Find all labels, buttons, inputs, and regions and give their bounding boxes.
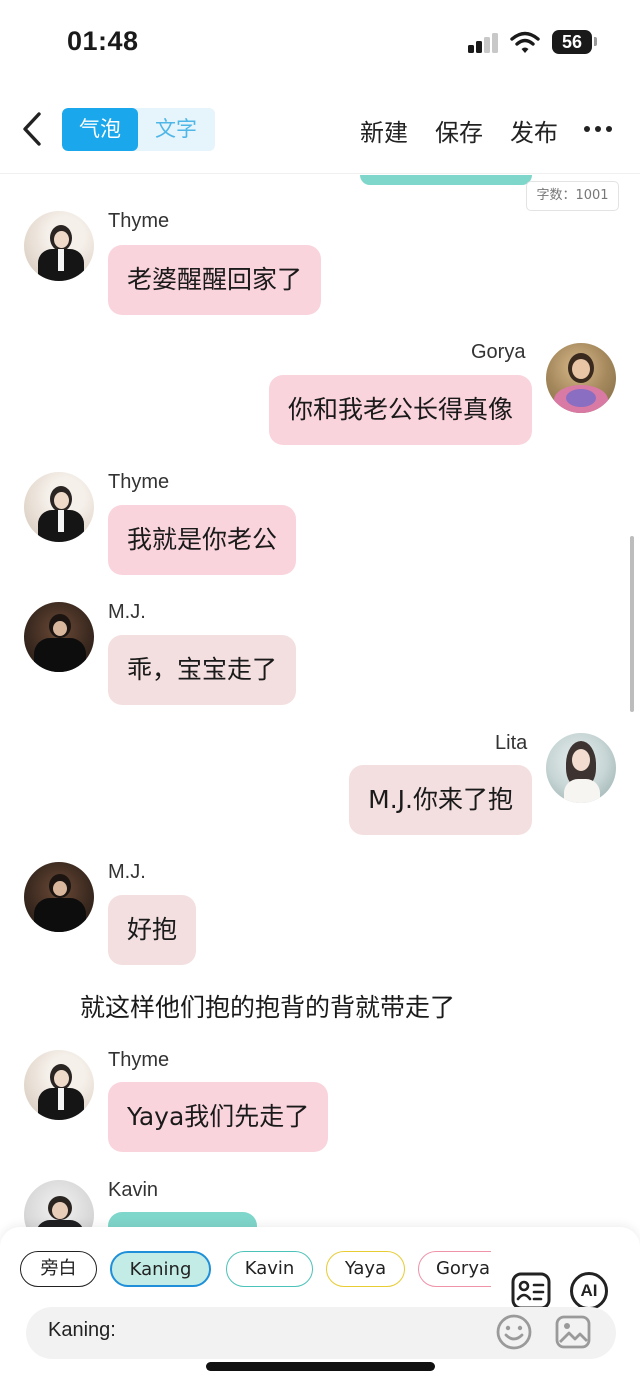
speaker-name: Kavin: [108, 1179, 159, 1201]
tab-bubble[interactable]: 气泡: [62, 108, 138, 151]
home-indicator: [206, 1362, 435, 1371]
battery-nub: [594, 37, 597, 46]
word-count-badge: 字数：1001: [526, 181, 619, 211]
publish-button[interactable]: 发布: [510, 113, 558, 148]
mode-segmented-control: 气泡 文字: [62, 108, 215, 151]
ai-assist-button[interactable]: AI: [568, 1271, 610, 1311]
avatar-mj[interactable]: [24, 602, 94, 672]
role-chip-yaya[interactable]: Yaya: [326, 1251, 405, 1287]
role-selector: 旁白 Kaning Kavin Yaya Gorya AI: [0, 1249, 640, 1310]
message-bubble[interactable]: 老婆醒醒回家了: [108, 245, 322, 315]
avatar-thyme[interactable]: [24, 211, 94, 281]
avatar-kavin[interactable]: [24, 1180, 94, 1227]
back-button[interactable]: [16, 108, 52, 152]
ai-label: AI: [580, 1281, 598, 1300]
role-chip-kaning[interactable]: Kaning: [110, 1251, 211, 1287]
message-bubble[interactable]: Yaya我们先走了: [108, 1082, 329, 1152]
message-bubble[interactable]: 你和我老公长得真像: [268, 375, 532, 445]
message-bubble[interactable]: 我就是你老公: [108, 505, 297, 575]
role-chip-row[interactable]: 旁白 Kaning Kavin Yaya Gorya: [20, 1249, 491, 1291]
partial-bubble: [360, 175, 532, 185]
speaker-name: M.J.: [108, 601, 146, 623]
smiley-icon: [496, 1314, 532, 1350]
battery-icon: 56: [552, 30, 592, 54]
input-speaker-prefix: Kaning:: [48, 1319, 116, 1341]
role-chip-narration[interactable]: 旁白: [20, 1251, 97, 1287]
message-bubble[interactable]: [108, 1212, 257, 1227]
scrollbar-thumb[interactable]: [630, 536, 634, 712]
status-time: 01:48: [67, 26, 139, 56]
avatar-thyme[interactable]: [24, 472, 94, 542]
image-button[interactable]: [554, 1313, 592, 1351]
chevron-left-icon: [23, 112, 41, 146]
role-chip-kavin[interactable]: Kavin: [226, 1251, 313, 1287]
message-bubble[interactable]: 乖，宝宝走了: [108, 635, 297, 705]
new-button[interactable]: 新建: [360, 113, 408, 148]
speaker-name: Thyme: [108, 1049, 170, 1071]
speaker-name: Lita: [495, 732, 528, 754]
message-bubble[interactable]: 好抱: [108, 895, 197, 965]
role-manager-button[interactable]: [510, 1271, 552, 1311]
avatar-mj[interactable]: [24, 862, 94, 932]
tab-text[interactable]: 文字: [138, 108, 214, 151]
avatar-gorya[interactable]: [546, 343, 616, 413]
emoji-button[interactable]: [495, 1313, 533, 1351]
avatar-lita[interactable]: [546, 733, 616, 803]
message-input[interactable]: Kaning:: [26, 1307, 616, 1359]
speaker-name: Thyme: [108, 210, 170, 232]
wifi-icon: [510, 30, 540, 54]
speaker-name: Gorya: [471, 341, 526, 363]
status-bar: 01:48 56: [0, 0, 640, 84]
cellular-signal-icon: [468, 33, 500, 53]
more-options-button[interactable]: [584, 126, 614, 134]
message-bubble[interactable]: M.J.你来了抱: [349, 765, 532, 835]
role-chip-gorya[interactable]: Gorya: [418, 1251, 491, 1287]
contact-card-icon: [511, 1272, 551, 1310]
speaker-name: Thyme: [108, 471, 170, 493]
chat-area[interactable]: 字数：1001 Thyme 老婆醒醒回家了 Gorya 你和我老公长得真像 Th…: [0, 175, 640, 1227]
narration-text[interactable]: 就这样他们抱的抱背的背就带走了: [80, 988, 455, 1024]
image-icon: [555, 1315, 591, 1349]
speaker-name: M.J.: [108, 861, 146, 883]
avatar-thyme[interactable]: [24, 1050, 94, 1120]
save-button[interactable]: 保存: [435, 113, 483, 148]
nav-bar: 气泡 文字 新建 保存 发布: [0, 84, 640, 174]
